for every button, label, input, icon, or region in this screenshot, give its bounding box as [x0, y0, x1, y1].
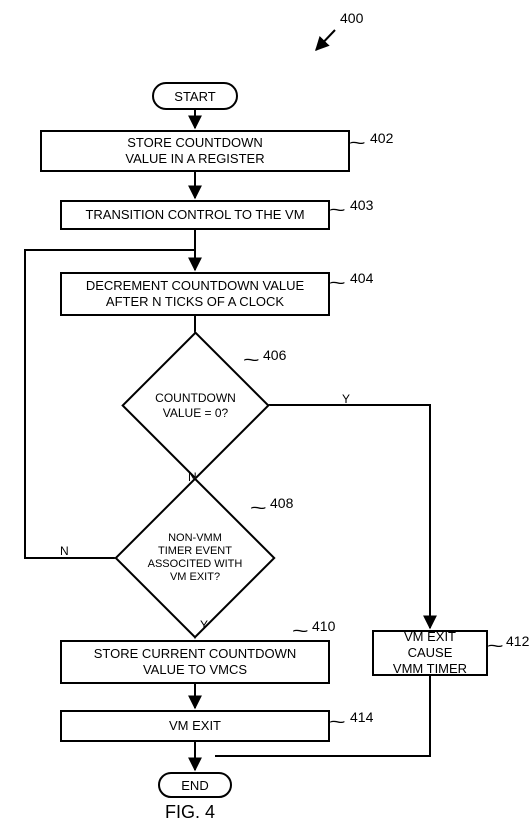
ref-404: 404: [350, 270, 373, 286]
process-414: VM EXIT: [60, 710, 330, 742]
process-410: STORE CURRENT COUNTDOWN VALUE TO VMCS: [60, 640, 330, 684]
end-terminator: END: [158, 772, 232, 798]
decision-408-line2: TIMER EVENT: [158, 545, 232, 558]
ref-tilde-402: ~: [349, 133, 366, 154]
decision-408-line1: NON-VMM: [168, 532, 222, 545]
process-403-label: TRANSITION CONTROL TO THE VM: [85, 207, 304, 223]
process-410-line2: VALUE TO VMCS: [143, 662, 247, 678]
process-412-line2: VMM TIMER: [393, 661, 467, 677]
ref-tilde-414: ~: [329, 712, 346, 733]
figure-number: 400: [340, 10, 363, 26]
process-412-line1: VM EXIT CAUSE: [380, 629, 480, 662]
flowchart-canvas: 400 START: [0, 0, 529, 830]
decision-408-line4: VM EXIT?: [170, 571, 220, 584]
process-404-line2: AFTER N TICKS OF A CLOCK: [106, 294, 284, 310]
ref-406: 406: [263, 347, 286, 363]
decision-408-line3: ASSOCITED WITH: [148, 558, 243, 571]
process-414-label: VM EXIT: [169, 718, 221, 734]
end-label: END: [181, 778, 208, 793]
ref-414: 414: [350, 709, 373, 725]
ref-tilde-404: ~: [329, 273, 346, 294]
decision-406: COUNTDOWN VALUE = 0?: [143, 353, 248, 458]
ref-tilde-403: ~: [329, 200, 346, 221]
ref-403: 403: [350, 197, 373, 213]
process-410-line1: STORE CURRENT COUNTDOWN: [94, 646, 296, 662]
decision-406-y: Y: [342, 392, 350, 406]
ref-tilde-406: ~: [243, 350, 260, 371]
ref-tilde-412: ~: [487, 636, 504, 657]
process-402: STORE COUNTDOWN VALUE IN A REGISTER: [40, 130, 350, 172]
ref-tilde-410: ~: [292, 621, 309, 642]
process-412: VM EXIT CAUSE VMM TIMER: [372, 630, 488, 676]
ref-402: 402: [370, 130, 393, 146]
process-402-line1: STORE COUNTDOWN: [127, 135, 263, 151]
decision-406-line1: COUNTDOWN: [155, 391, 236, 405]
process-404-line1: DECREMENT COUNTDOWN VALUE: [86, 278, 304, 294]
decision-408-n: N: [60, 544, 69, 558]
ref-408: 408: [270, 495, 293, 511]
ref-tilde-408: ~: [250, 498, 267, 519]
process-403: TRANSITION CONTROL TO THE VM: [60, 200, 330, 230]
decision-406-line2: VALUE = 0?: [163, 406, 228, 420]
decision-408: NON-VMM TIMER EVENT ASSOCITED WITH VM EX…: [138, 501, 252, 615]
process-404: DECREMENT COUNTDOWN VALUE AFTER N TICKS …: [60, 272, 330, 316]
start-label: START: [174, 89, 215, 104]
process-402-line2: VALUE IN A REGISTER: [125, 151, 264, 167]
ref-412: 412: [506, 633, 529, 649]
decision-408-y: Y: [200, 618, 208, 632]
figure-caption: FIG. 4: [165, 802, 215, 823]
ref-410: 410: [312, 618, 335, 634]
start-terminator: START: [152, 82, 238, 110]
